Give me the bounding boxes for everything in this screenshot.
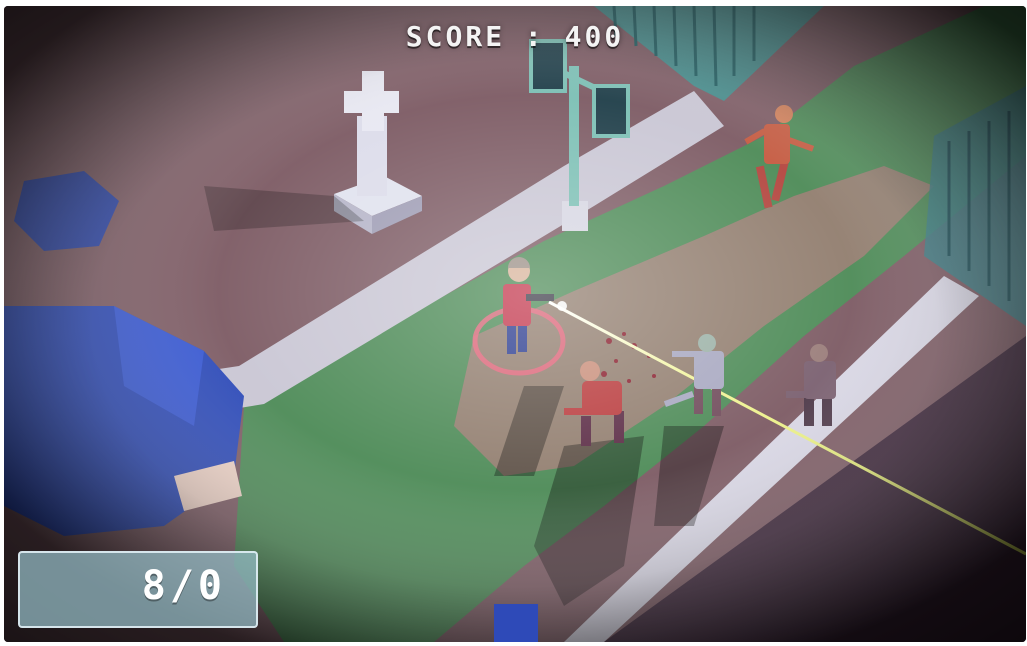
ammo-panel: 8/0 [18,551,258,628]
blue-crate [494,604,538,642]
ammo-count: 8/0 [141,563,226,609]
vignette-overlay [4,6,1026,642]
game-scene[interactable] [4,6,1026,642]
game-viewport[interactable]: SCORE : 400 8/0 [4,6,1026,642]
score-display: SCORE : 400 [405,20,625,53]
game-frame: SCORE : 400 8/0 [0,0,1027,646]
